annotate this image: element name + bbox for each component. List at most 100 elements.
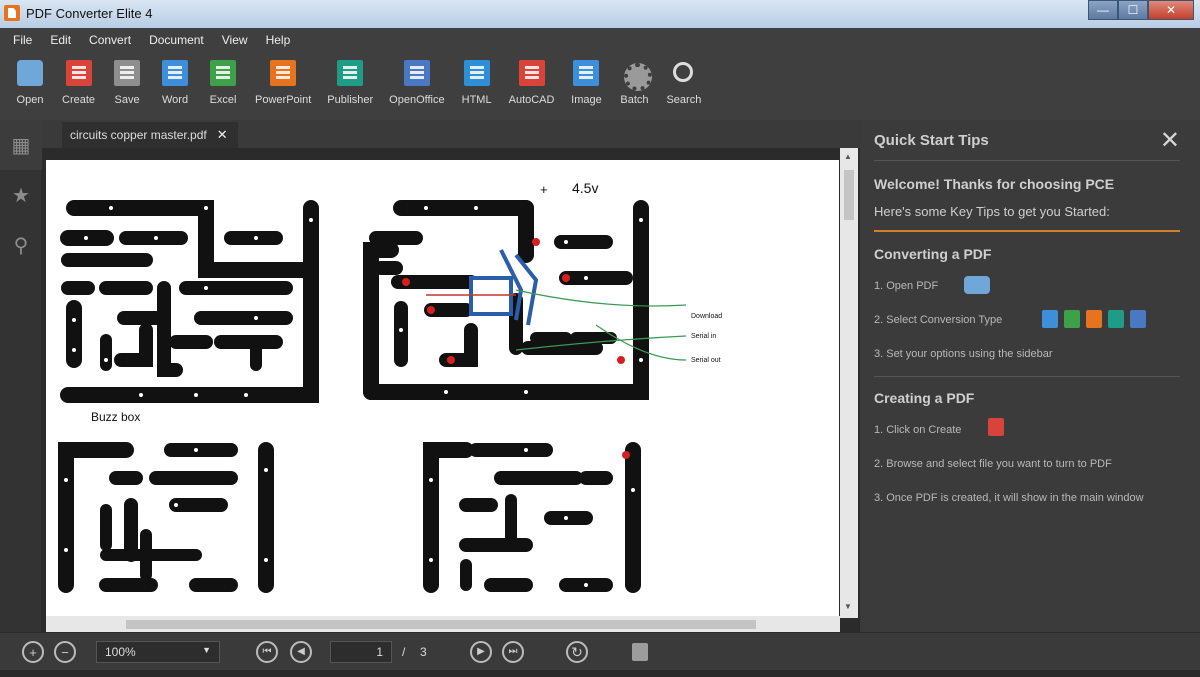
pcb-label-serial-out: Serial out	[691, 357, 721, 364]
minimize-button[interactable]: —	[1088, 0, 1118, 20]
vertical-scroll-thumb[interactable]	[844, 170, 854, 220]
status-bar: + − 100% ▼ ⏮ ◀ 1 / 3 ▶ ⏭ ↻	[0, 632, 1200, 670]
pcb-label-buzz-box: Buzz box	[91, 410, 141, 424]
zoom-select[interactable]: 100% ▼	[96, 641, 220, 663]
thumbnails-icon[interactable]: ▦	[0, 120, 42, 170]
current-page-input[interactable]: 1	[330, 641, 392, 663]
document-viewer: + 4.5v Download Serial in Serial out Buz…	[42, 148, 860, 632]
toolbar-label: Create	[62, 94, 96, 106]
pcb-label-voltage: 4.5v	[572, 180, 599, 196]
powerpoint-icon	[270, 60, 297, 86]
openoffice-icon	[403, 60, 430, 86]
word-icon	[1042, 310, 1058, 328]
horizontal-scroll-thumb[interactable]	[126, 620, 756, 629]
document-tab-strip: circuits copper master.pdf ✕	[42, 120, 862, 148]
menu-bar: File Edit Convert Document View Help	[0, 28, 1200, 52]
orange-divider	[874, 230, 1180, 232]
menu-file[interactable]: File	[4, 33, 41, 47]
document-tab-label: circuits copper master.pdf	[70, 128, 207, 142]
toolbar-publisher-button[interactable]: Publisher	[319, 52, 381, 120]
save-icon	[114, 60, 141, 86]
window-title: PDF Converter Elite 4	[26, 6, 153, 21]
page-view-icon[interactable]	[632, 643, 648, 661]
toolbar-label: AutoCAD	[508, 94, 555, 106]
attachments-paperclip-icon[interactable]: ⚲	[0, 220, 42, 270]
document-tab[interactable]: circuits copper master.pdf ✕	[62, 122, 238, 148]
menu-convert[interactable]: Convert	[80, 33, 140, 47]
pdf-page[interactable]: + 4.5v Download Serial in Serial out Buz…	[46, 160, 839, 616]
toolbar-open-button[interactable]: Open	[6, 52, 54, 120]
total-pages: 3	[420, 645, 427, 659]
toolbar-label: Batch	[620, 94, 649, 106]
scroll-up-arrow-icon[interactable]: ▲	[844, 152, 852, 161]
toolbar: Open Create Save Word Excel PowerPoint Publish…	[0, 52, 1200, 120]
menu-view[interactable]: View	[213, 33, 257, 47]
next-page-icon[interactable]: ▶	[470, 641, 492, 663]
converting-step-1: 1. Open PDF	[874, 280, 939, 292]
toolbar-label: Open	[16, 94, 44, 106]
toolbar-label: Search	[666, 94, 702, 106]
toolbar-label: PowerPoint	[255, 94, 312, 106]
previous-page-icon[interactable]: ◀	[290, 641, 312, 663]
toolbar-create-button[interactable]: Create	[54, 52, 103, 120]
close-tips-icon[interactable]: ✕	[1160, 126, 1180, 155]
toolbar-search-button[interactable]: Search	[658, 52, 709, 120]
toolbar-label: Save	[114, 94, 140, 106]
powerpoint-icon	[1086, 310, 1102, 328]
pcb-circuit-drawing	[58, 200, 687, 593]
menu-help[interactable]: Help	[257, 33, 300, 47]
title-bar: PDF Converter Elite 4 — ☐ ✕	[0, 0, 1200, 28]
converting-step-2: 2. Select Conversion Type	[874, 314, 1003, 326]
scroll-down-arrow-icon[interactable]: ▼	[844, 602, 852, 611]
search-icon	[671, 60, 697, 86]
creating-step-3: 3. Once PDF is created, it will show in …	[874, 492, 1144, 504]
word-icon	[162, 60, 189, 86]
app-logo-icon	[4, 5, 20, 21]
toolbar-label: Excel	[209, 94, 237, 106]
toolbar-word-button[interactable]: Word	[151, 52, 199, 120]
converting-title: Converting a PDF	[874, 246, 992, 262]
page-separator: /	[402, 645, 406, 659]
tips-welcome: Welcome! Thanks for choosing PCE	[874, 176, 1115, 192]
window-bottom-edge	[0, 670, 1200, 677]
zoom-value: 100%	[105, 645, 136, 659]
gear-icon	[621, 60, 653, 91]
toolbar-html-button[interactable]: HTML	[453, 52, 501, 120]
toolbar-openoffice-button[interactable]: OpenOffice	[381, 52, 452, 120]
toolbar-label: OpenOffice	[389, 94, 445, 106]
bookmarks-star-icon[interactable]: ★	[0, 170, 42, 220]
zoom-in-icon[interactable]: +	[22, 641, 44, 663]
rotate-icon[interactable]: ↻	[566, 641, 588, 663]
last-page-icon[interactable]: ⏭	[502, 641, 524, 663]
horizontal-scrollbar[interactable]	[46, 616, 840, 632]
toolbar-excel-button[interactable]: Excel	[199, 52, 247, 120]
first-page-icon[interactable]: ⏮	[256, 641, 278, 663]
creating-step-1: 1. Click on Create	[874, 424, 962, 436]
publisher-icon	[1108, 310, 1124, 328]
left-sidebar: ▦ ★ ⚲	[0, 120, 42, 632]
creating-title: Creating a PDF	[874, 390, 975, 406]
close-tab-icon[interactable]: ✕	[217, 127, 228, 143]
vertical-scrollbar[interactable]: ▲ ▼	[840, 148, 858, 618]
folder-icon	[17, 60, 43, 86]
pcb-label-serial-in: Serial in	[691, 333, 717, 340]
pcb-label-plus: +	[540, 182, 548, 197]
chevron-down-icon: ▼	[202, 645, 211, 655]
toolbar-powerpoint-button[interactable]: PowerPoint	[247, 52, 319, 120]
menu-document[interactable]: Document	[140, 33, 213, 47]
toolbar-image-button[interactable]: Image	[562, 52, 610, 120]
creating-step-2: 2. Browse and select file you want to tu…	[874, 458, 1112, 470]
publisher-icon	[337, 60, 364, 86]
menu-edit[interactable]: Edit	[41, 33, 80, 47]
tips-title: Quick Start Tips	[874, 132, 989, 149]
toolbar-batch-button[interactable]: Batch	[610, 52, 658, 120]
quick-start-tips-panel: Quick Start Tips ✕ Welcome! Thanks for c…	[862, 120, 1200, 632]
maximize-button[interactable]: ☐	[1118, 0, 1148, 20]
toolbar-save-button[interactable]: Save	[103, 52, 151, 120]
close-window-button[interactable]: ✕	[1148, 0, 1194, 20]
toolbar-autocad-button[interactable]: AutoCAD	[501, 52, 563, 120]
zoom-out-icon[interactable]: −	[54, 641, 76, 663]
toolbar-label: Image	[571, 94, 602, 106]
pcb-label-download: Download	[691, 313, 723, 320]
html-icon	[463, 60, 490, 86]
